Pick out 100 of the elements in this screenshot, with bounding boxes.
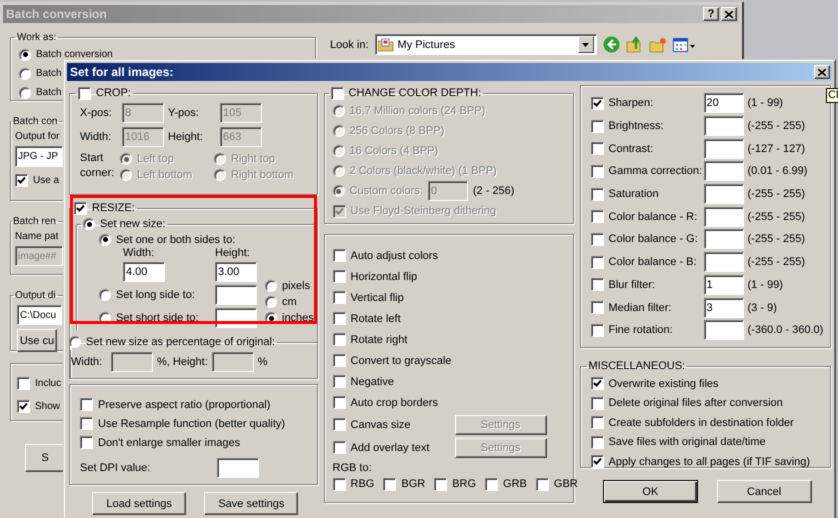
checkbox[interactable] bbox=[590, 142, 604, 156]
value-field[interactable] bbox=[704, 184, 744, 204]
checkbox[interactable] bbox=[590, 232, 604, 246]
radio-button[interactable] bbox=[19, 86, 31, 98]
back-icon[interactable] bbox=[602, 36, 620, 53]
field-label: Y-pos: bbox=[168, 107, 200, 119]
output-path-field[interactable]: C:\Docu bbox=[17, 305, 62, 325]
radio-button[interactable] bbox=[69, 336, 81, 348]
value-field[interactable] bbox=[704, 229, 744, 250]
checkbox[interactable] bbox=[590, 301, 604, 314]
checkbox[interactable] bbox=[80, 417, 93, 430]
width-field[interactable]: 4.00 bbox=[123, 262, 165, 282]
checkbox[interactable] bbox=[590, 377, 604, 390]
checkbox[interactable] bbox=[332, 270, 346, 283]
tooltip: Cl bbox=[826, 88, 838, 103]
radio-button[interactable] bbox=[19, 68, 31, 80]
checkbox[interactable] bbox=[332, 312, 346, 325]
checkbox[interactable] bbox=[590, 210, 604, 224]
checkbox[interactable] bbox=[590, 164, 604, 178]
radio-button[interactable] bbox=[19, 48, 31, 60]
look-in-dropdown[interactable]: My Pictures bbox=[374, 34, 597, 55]
checkbox-label: Gamma correction: bbox=[608, 165, 704, 178]
checkbox[interactable] bbox=[590, 324, 604, 337]
radio-button[interactable] bbox=[120, 153, 132, 165]
use-button[interactable]: Use cu bbox=[17, 329, 57, 352]
checkbox[interactable] bbox=[332, 375, 346, 388]
checkbox[interactable] bbox=[80, 436, 93, 449]
checkbox[interactable] bbox=[332, 441, 346, 454]
settings-button[interactable]: Save settings bbox=[204, 492, 298, 515]
radio-button[interactable] bbox=[332, 185, 345, 197]
checkbox[interactable] bbox=[332, 354, 346, 367]
radio-button[interactable] bbox=[83, 218, 95, 230]
checkbox[interactable] bbox=[332, 478, 346, 490]
checkbox[interactable] bbox=[332, 249, 346, 262]
value-field[interactable]: 3 bbox=[704, 298, 744, 318]
height-field[interactable]: 3.00 bbox=[215, 262, 257, 282]
value-field[interactable] bbox=[704, 161, 744, 182]
ok-button[interactable]: OK bbox=[602, 480, 698, 503]
value-field[interactable] bbox=[704, 138, 744, 159]
checkbox-label: Brightness: bbox=[608, 120, 665, 132]
value-field[interactable] bbox=[704, 116, 744, 136]
checkbox[interactable] bbox=[590, 96, 604, 110]
value-field[interactable]: 20 bbox=[704, 93, 744, 114]
checkbox[interactable] bbox=[332, 204, 346, 218]
checkbox-label: Use Floyd-Steinberg dithering bbox=[350, 205, 496, 217]
checkbox[interactable] bbox=[332, 396, 346, 409]
format-dropdown[interactable]: JPG - JP bbox=[15, 146, 63, 167]
group-label: Output di bbox=[15, 290, 56, 300]
checkbox-label: Use a bbox=[33, 174, 60, 186]
checkbox[interactable] bbox=[536, 478, 549, 490]
percent-height-field[interactable] bbox=[212, 352, 254, 372]
checkbox[interactable] bbox=[17, 377, 30, 390]
checkbox[interactable] bbox=[590, 256, 604, 269]
settings-button[interactable]: Load settings bbox=[92, 492, 186, 515]
close-button[interactable] bbox=[814, 65, 830, 79]
radio-button[interactable] bbox=[332, 145, 345, 157]
long-side-field[interactable] bbox=[215, 285, 257, 305]
value-field[interactable] bbox=[704, 320, 744, 340]
checkbox[interactable] bbox=[485, 478, 498, 490]
radio-button[interactable] bbox=[99, 289, 111, 301]
checkbox[interactable] bbox=[590, 188, 604, 201]
field-label: Set DPI value: bbox=[80, 462, 150, 474]
checkbox[interactable] bbox=[15, 174, 28, 186]
radio-button[interactable] bbox=[265, 296, 277, 308]
action-button[interactable]: S bbox=[25, 444, 65, 472]
cancel-button[interactable]: Cancel bbox=[716, 480, 812, 503]
checkbox[interactable] bbox=[590, 120, 604, 133]
radio-button[interactable] bbox=[332, 165, 345, 177]
checkbox[interactable] bbox=[434, 478, 448, 490]
checkbox-label: Use Resample function (better quality) bbox=[98, 418, 286, 430]
close-button[interactable] bbox=[721, 7, 737, 21]
checkbox[interactable] bbox=[330, 86, 344, 100]
radio-button[interactable] bbox=[120, 169, 132, 181]
checkbox[interactable] bbox=[74, 202, 87, 214]
checkbox[interactable] bbox=[80, 398, 93, 411]
checkbox[interactable] bbox=[590, 278, 604, 292]
radio-button[interactable] bbox=[332, 125, 345, 137]
checkbox[interactable] bbox=[78, 86, 91, 100]
checkbox[interactable] bbox=[383, 478, 396, 490]
checkbox[interactable] bbox=[590, 416, 604, 430]
view-menu-icon[interactable] bbox=[672, 36, 695, 52]
radio-button[interactable] bbox=[99, 234, 111, 246]
percent-width-field[interactable] bbox=[111, 352, 153, 372]
value-field[interactable] bbox=[704, 252, 744, 272]
value-field[interactable]: 1 bbox=[704, 274, 744, 295]
value-field[interactable] bbox=[704, 206, 744, 227]
checkbox[interactable] bbox=[590, 436, 604, 449]
radio-button[interactable] bbox=[214, 153, 226, 165]
radio-button[interactable] bbox=[214, 169, 226, 181]
checkbox[interactable] bbox=[332, 291, 346, 304]
checkbox[interactable] bbox=[332, 333, 346, 346]
checkbox[interactable] bbox=[590, 455, 604, 468]
dpi-field[interactable] bbox=[216, 458, 259, 478]
close-icon bbox=[818, 68, 826, 76]
checkbox[interactable] bbox=[590, 396, 604, 410]
radio-button[interactable] bbox=[265, 280, 277, 292]
radio-button[interactable] bbox=[332, 105, 345, 117]
help-button[interactable]: ? bbox=[703, 7, 719, 21]
checkbox[interactable] bbox=[332, 418, 346, 431]
checkbox[interactable] bbox=[17, 400, 30, 413]
